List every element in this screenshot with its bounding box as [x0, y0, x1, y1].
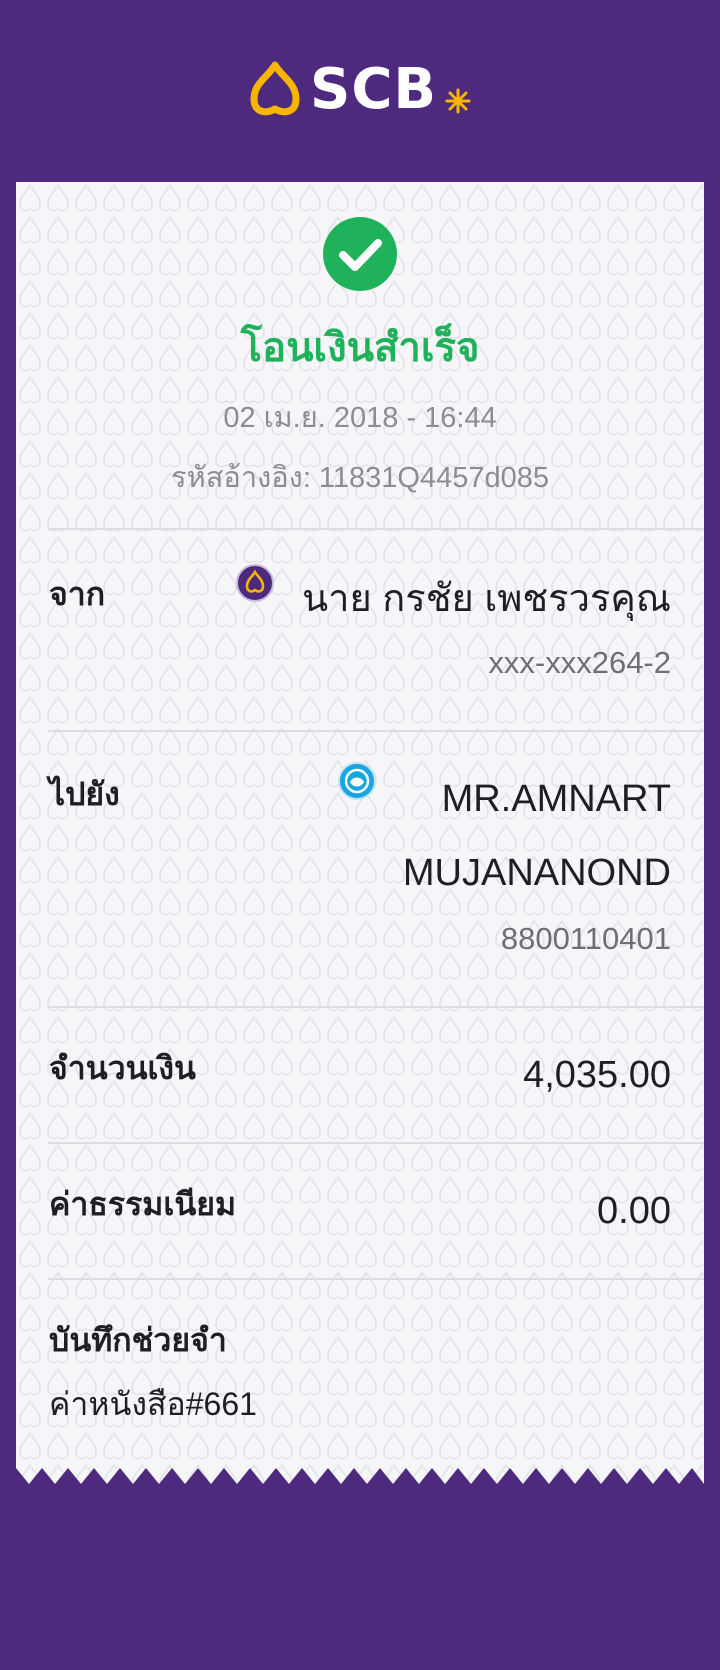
- brand-name: SCB: [310, 57, 438, 122]
- transfer-success-title: โอนเงินสำเร็จ: [240, 326, 480, 370]
- scb-logo: SCB: [246, 58, 471, 122]
- transfer-receipt: โอนเงินสำเร็จ 02 เม.ย. 2018 - 16:44 รหัส…: [16, 182, 704, 1486]
- divider: [48, 528, 704, 530]
- recipient-name-line2: MUJANANOND: [402, 852, 671, 894]
- to-label: ไปยัง: [49, 776, 120, 812]
- memo-value: ค่าหนังสือ#661: [49, 1386, 257, 1422]
- reference-label: รหัสอ้างอิง:: [171, 462, 311, 494]
- check-circle-icon: [323, 217, 397, 291]
- divider: [48, 1006, 704, 1008]
- receipt-torn-edge: [16, 1468, 704, 1486]
- app-header: SCB: [0, 0, 720, 182]
- ktb-bank-icon: [338, 762, 376, 800]
- sender-account: xxx-xxx264-2: [488, 645, 671, 680]
- spark-icon: [445, 88, 471, 114]
- reference-line: รหัสอ้างอิง: 11831Q4457d085: [16, 460, 704, 496]
- recipient-account: 8800110401: [500, 921, 671, 956]
- transaction-datetime: 02 เม.ย. 2018 - 16:44: [223, 402, 497, 434]
- fee-label: ค่าธรรมเนียม: [49, 1186, 237, 1222]
- from-label: จาก: [49, 576, 106, 612]
- divider: [48, 1278, 704, 1280]
- scb-bank-icon: [236, 564, 274, 602]
- memo-label: บันทึกช่วยจำ: [49, 1322, 227, 1358]
- reference-value: 11831Q4457d085: [318, 462, 549, 494]
- sender-name: นาย กรชัย เพชรวรคุณ: [302, 578, 671, 620]
- recipient-name-line1: MR.AMNART: [441, 778, 671, 820]
- amount-label: จำนวนเงิน: [49, 1050, 196, 1086]
- divider: [48, 730, 704, 732]
- scb-bell-logo-icon: [250, 61, 300, 116]
- divider: [48, 1142, 704, 1144]
- amount-value: 4,035.00: [523, 1054, 671, 1096]
- fee-value: 0.00: [597, 1190, 671, 1232]
